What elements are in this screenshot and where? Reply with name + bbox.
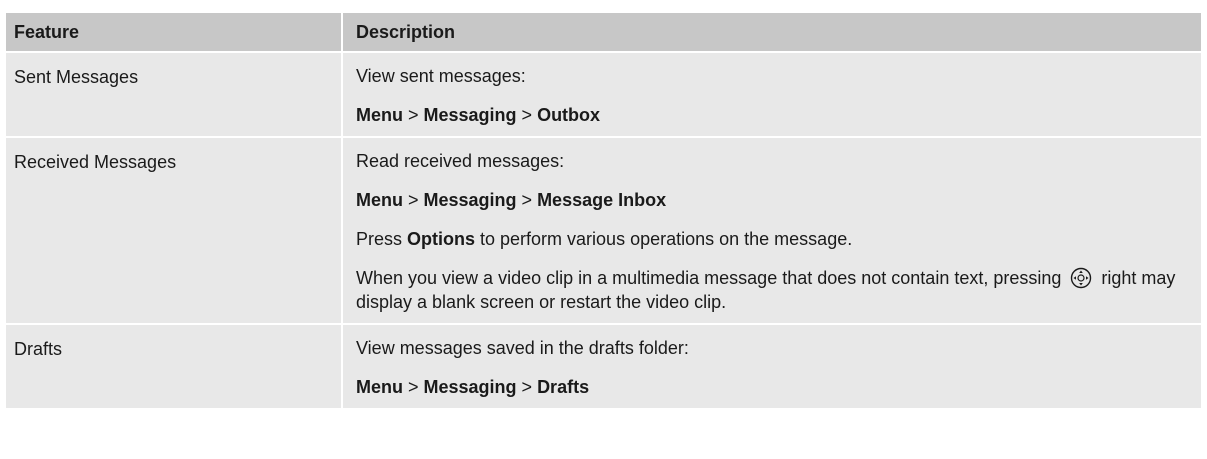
menu-path: Menu > Messaging > Message Inbox (356, 188, 1189, 212)
header-description: Description (343, 13, 1201, 51)
menu-path: Menu > Messaging > Outbox (356, 103, 1189, 127)
table-row: Drafts View messages saved in the drafts… (6, 325, 1201, 410)
menu-path-step: Message Inbox (537, 190, 667, 210)
menu-path-step: Menu (356, 377, 403, 397)
menu-path-step: Drafts (537, 377, 590, 397)
description-cell: View sent messages: Menu > Messaging > O… (343, 53, 1201, 136)
table-header-row: Feature Description (6, 13, 1201, 53)
description-intro: View messages saved in the drafts folder… (356, 338, 689, 358)
feature-table: Feature Description Sent Messages View s… (6, 13, 1201, 410)
path-separator: > (516, 377, 538, 397)
description-cell: Read received messages: Menu > Messaging… (343, 138, 1201, 323)
path-separator: > (516, 105, 538, 125)
menu-path: Menu > Messaging > Drafts (356, 375, 1189, 399)
path-separator: > (403, 105, 424, 125)
options-suffix: to perform various operations on the mes… (475, 229, 853, 249)
options-label: Options (407, 229, 476, 249)
feature-sent-messages: Sent Messages (6, 53, 343, 136)
table-row: Sent Messages View sent messages: Menu >… (6, 53, 1201, 138)
feature-drafts: Drafts (6, 325, 343, 408)
path-separator: > (403, 190, 424, 210)
note-text-before: When you view a video clip in a multimed… (356, 268, 1062, 288)
navigation-key-icon (1070, 267, 1092, 289)
description-intro: Read received messages: (356, 151, 565, 171)
header-feature: Feature (6, 13, 343, 51)
description-cell: View messages saved in the drafts folder… (343, 325, 1201, 408)
menu-path-step: Messaging (423, 377, 517, 397)
feature-received-messages: Received Messages (6, 138, 343, 323)
table-row: Received Messages Read received messages… (6, 138, 1201, 325)
description-intro: View sent messages: (356, 66, 526, 86)
path-separator: > (403, 377, 424, 397)
path-separator: > (516, 190, 538, 210)
menu-path-step: Messaging (423, 105, 517, 125)
menu-path-step: Messaging (423, 190, 517, 210)
menu-path-step: Menu (356, 105, 403, 125)
video-note: When you view a video clip in a multimed… (356, 266, 1189, 314)
menu-path-step: Outbox (537, 105, 601, 125)
options-prefix: Press (356, 229, 408, 249)
menu-path-step: Menu (356, 190, 403, 210)
options-instruction: Press Options to perform various operati… (356, 227, 1189, 251)
